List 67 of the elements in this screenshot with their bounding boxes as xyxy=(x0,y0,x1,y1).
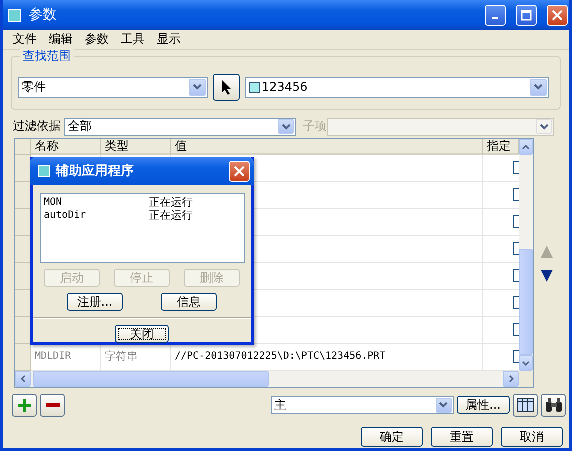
menu-item[interactable]: 工具 xyxy=(115,31,151,48)
column-header[interactable]: 指定 xyxy=(483,139,519,155)
row-header[interactable] xyxy=(15,155,31,182)
filter-dropdown[interactable]: 全部 xyxy=(64,118,296,136)
caret-right-icon xyxy=(508,375,514,383)
row-header[interactable] xyxy=(15,263,31,290)
column-header[interactable]: 类型 xyxy=(101,139,171,155)
horizontal-scrollbar[interactable] xyxy=(15,371,519,387)
cursor-icon xyxy=(220,78,232,96)
checkbox[interactable] xyxy=(513,242,519,255)
subitem-label: 子项 xyxy=(303,118,327,135)
plus-icon xyxy=(18,398,31,412)
menu-item[interactable]: 编辑 xyxy=(43,31,79,48)
add-button[interactable] xyxy=(12,394,37,416)
close-icon[interactable] xyxy=(229,160,250,182)
close-icon[interactable] xyxy=(547,4,568,26)
row-header[interactable] xyxy=(15,236,31,263)
app-status: 正在运行 xyxy=(149,209,193,222)
dialog-title: 辅助应用程序 xyxy=(56,162,135,180)
app-status: 正在运行 xyxy=(149,196,193,209)
dialog-button[interactable]: 重置 xyxy=(431,427,493,447)
part-icon xyxy=(249,82,260,92)
scrollbar-corner xyxy=(519,371,533,387)
checkbox[interactable] xyxy=(513,350,519,363)
find-button[interactable] xyxy=(541,394,566,416)
checkbox[interactable] xyxy=(513,323,519,336)
model-dropdown[interactable]: 123456 xyxy=(245,76,549,98)
table-columns-button[interactable] xyxy=(513,394,538,416)
checkbox[interactable] xyxy=(513,215,519,228)
caret-left-icon xyxy=(20,375,26,383)
checkbox[interactable] xyxy=(513,188,519,201)
remove-button[interactable] xyxy=(40,394,65,416)
dialog-button[interactable]: 取消 xyxy=(501,427,563,447)
checkbox[interactable] xyxy=(513,269,519,282)
group-label: 查找范围 xyxy=(20,48,74,65)
caret-down-icon xyxy=(522,360,530,366)
row-header[interactable] xyxy=(15,209,31,236)
move-down-icon[interactable] xyxy=(540,269,554,283)
select-button[interactable] xyxy=(213,74,240,100)
column-header[interactable]: 值 xyxy=(171,139,483,155)
parameter-set-dropdown[interactable]: 主 xyxy=(270,396,454,414)
filter-label: 过滤依据 xyxy=(13,118,61,135)
checkbox[interactable] xyxy=(513,161,519,174)
row-header[interactable] xyxy=(15,317,31,344)
window-title: 参数 xyxy=(29,6,58,24)
table-corner xyxy=(15,139,31,155)
dialog-button[interactable]: 注册... xyxy=(67,293,123,311)
menu-item[interactable]: 显示 xyxy=(151,31,187,48)
column-header[interactable]: 名称 xyxy=(31,139,101,155)
app-icon xyxy=(8,8,21,22)
properties-button[interactable]: 属性... xyxy=(456,396,510,414)
dialog-button[interactable]: 确定 xyxy=(361,427,423,447)
app-name[interactable]: autoDir xyxy=(44,209,149,222)
checkbox[interactable] xyxy=(513,296,519,309)
type-dropdown[interactable]: 零件 xyxy=(18,76,208,98)
menu-item[interactable]: 文件 xyxy=(7,31,43,48)
minimize-icon[interactable] xyxy=(485,4,506,26)
app-name[interactable]: MON xyxy=(44,196,149,209)
minus-icon xyxy=(46,403,60,407)
row-header[interactable] xyxy=(15,290,31,317)
maximize-icon[interactable] xyxy=(516,4,537,26)
app-icon xyxy=(38,165,50,177)
caret-up-icon xyxy=(522,144,530,150)
dialog-button[interactable]: 信息 xyxy=(161,293,217,311)
menu-item[interactable]: 参数 xyxy=(79,31,115,48)
row-header[interactable] xyxy=(15,182,31,209)
vertical-scrollbar[interactable] xyxy=(519,139,533,371)
